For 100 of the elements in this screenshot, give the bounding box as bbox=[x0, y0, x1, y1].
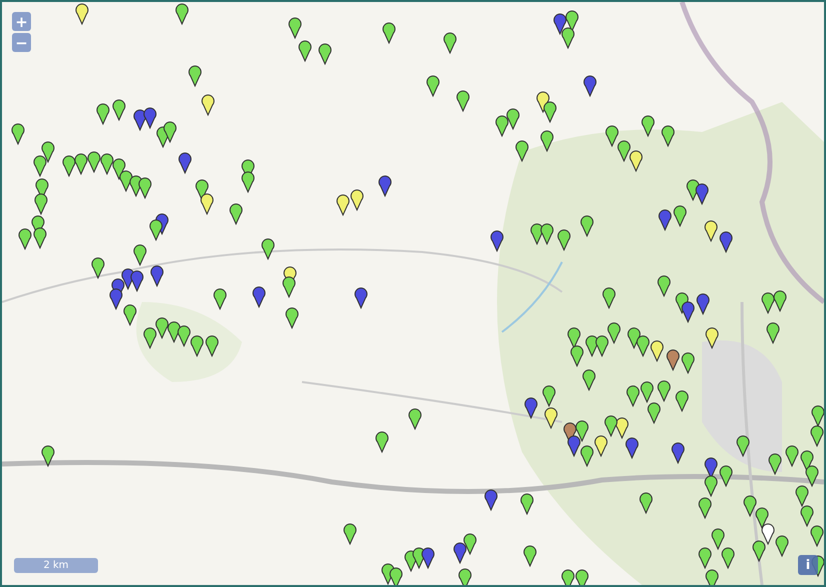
map-marker[interactable] bbox=[617, 140, 631, 162]
map-marker[interactable] bbox=[625, 437, 639, 459]
map-marker[interactable] bbox=[252, 286, 266, 308]
map-marker[interactable] bbox=[484, 489, 498, 511]
map-marker[interactable] bbox=[458, 568, 472, 585]
map-marker[interactable] bbox=[150, 265, 164, 287]
map-marker[interactable] bbox=[650, 340, 664, 362]
zoom-out-button[interactable]: − bbox=[12, 33, 31, 52]
map-marker[interactable] bbox=[241, 171, 255, 193]
map-marker[interactable] bbox=[636, 335, 650, 357]
map-marker[interactable] bbox=[138, 177, 152, 199]
map-marker[interactable] bbox=[91, 257, 105, 279]
map-marker[interactable] bbox=[74, 153, 88, 175]
map-marker[interactable] bbox=[711, 528, 725, 550]
map-marker[interactable] bbox=[595, 335, 609, 357]
map-marker[interactable] bbox=[666, 349, 680, 371]
map-marker[interactable] bbox=[41, 445, 55, 467]
map-marker[interactable] bbox=[109, 288, 123, 310]
map-marker[interactable] bbox=[495, 115, 509, 137]
map-marker[interactable] bbox=[594, 435, 608, 457]
map-marker[interactable] bbox=[805, 465, 819, 487]
map-marker[interactable] bbox=[639, 492, 653, 514]
map-marker[interactable] bbox=[557, 229, 571, 251]
map-marker[interactable] bbox=[570, 345, 584, 367]
map-marker[interactable] bbox=[583, 75, 597, 97]
map-marker[interactable] bbox=[155, 317, 169, 339]
map-marker[interactable] bbox=[318, 43, 332, 65]
map-marker[interactable] bbox=[261, 238, 275, 260]
map-marker[interactable] bbox=[752, 540, 766, 562]
map-marker[interactable] bbox=[673, 205, 687, 227]
map-marker[interactable] bbox=[661, 125, 675, 147]
map-marker[interactable] bbox=[288, 17, 302, 39]
map-marker[interactable] bbox=[721, 547, 735, 569]
map-marker[interactable] bbox=[143, 327, 157, 349]
map-marker[interactable] bbox=[615, 417, 629, 439]
map-marker[interactable] bbox=[704, 220, 718, 242]
map-marker[interactable] bbox=[421, 547, 435, 569]
map-marker[interactable] bbox=[408, 408, 422, 430]
map-marker[interactable] bbox=[607, 322, 621, 344]
map-marker[interactable] bbox=[389, 567, 403, 585]
map-marker[interactable] bbox=[627, 327, 641, 349]
map-marker[interactable] bbox=[167, 321, 181, 343]
map-marker[interactable] bbox=[33, 227, 47, 249]
map-marker[interactable] bbox=[755, 507, 769, 529]
map-marker[interactable] bbox=[575, 569, 589, 585]
map-marker[interactable] bbox=[163, 121, 177, 143]
map-marker[interactable] bbox=[213, 288, 227, 310]
map-marker[interactable] bbox=[736, 435, 750, 457]
map-marker[interactable] bbox=[133, 244, 147, 266]
map-marker[interactable] bbox=[681, 352, 695, 374]
map-marker[interactable] bbox=[775, 535, 789, 557]
info-button[interactable]: i bbox=[798, 555, 818, 575]
map-marker[interactable] bbox=[580, 445, 594, 467]
map-marker[interactable] bbox=[426, 75, 440, 97]
map-marker[interactable] bbox=[123, 304, 137, 326]
map-marker[interactable] bbox=[143, 107, 157, 129]
map-marker[interactable] bbox=[810, 525, 824, 547]
map-marker[interactable] bbox=[33, 155, 47, 177]
map-marker[interactable] bbox=[641, 115, 655, 137]
map-marker[interactable] bbox=[681, 301, 695, 323]
map-marker[interactable] bbox=[177, 325, 191, 347]
map-marker[interactable] bbox=[524, 397, 538, 419]
map-marker[interactable] bbox=[285, 307, 299, 329]
map-marker[interactable] bbox=[515, 140, 529, 162]
map-marker[interactable] bbox=[200, 193, 214, 215]
map-marker[interactable] bbox=[647, 402, 661, 424]
map-marker[interactable] bbox=[773, 290, 787, 312]
map-marker[interactable] bbox=[657, 380, 671, 402]
map-marker[interactable] bbox=[375, 431, 389, 453]
map-marker[interactable] bbox=[705, 327, 719, 349]
map-marker[interactable] bbox=[561, 569, 575, 585]
map-marker[interactable] bbox=[671, 442, 685, 464]
map-marker[interactable] bbox=[463, 533, 477, 555]
map-marker[interactable] bbox=[96, 103, 110, 125]
map-marker[interactable] bbox=[761, 292, 775, 314]
map-marker[interactable] bbox=[112, 99, 126, 121]
map-marker[interactable] bbox=[604, 415, 618, 437]
map-marker[interactable] bbox=[112, 158, 126, 180]
map-marker[interactable] bbox=[382, 22, 396, 44]
map-marker[interactable] bbox=[456, 90, 470, 112]
map-marker[interactable] bbox=[175, 3, 189, 25]
map-marker[interactable] bbox=[298, 40, 312, 62]
map-marker[interactable] bbox=[119, 170, 133, 192]
map-marker[interactable] bbox=[453, 542, 467, 564]
map-marker[interactable] bbox=[188, 65, 202, 87]
map-marker[interactable] bbox=[75, 3, 89, 25]
map-marker[interactable] bbox=[443, 32, 457, 54]
map-marker[interactable] bbox=[205, 335, 219, 357]
map-marker[interactable] bbox=[800, 505, 814, 527]
map-marker[interactable] bbox=[336, 194, 350, 216]
map-marker[interactable] bbox=[626, 385, 640, 407]
map-marker[interactable] bbox=[542, 385, 556, 407]
map-marker[interactable] bbox=[811, 405, 824, 427]
map-marker[interactable] bbox=[766, 322, 780, 344]
map-marker[interactable] bbox=[675, 390, 689, 412]
map-marker[interactable] bbox=[704, 475, 718, 497]
map-marker[interactable] bbox=[540, 130, 554, 152]
map-marker[interactable] bbox=[658, 209, 672, 231]
map-marker[interactable] bbox=[540, 223, 554, 245]
map-marker[interactable] bbox=[544, 407, 558, 429]
